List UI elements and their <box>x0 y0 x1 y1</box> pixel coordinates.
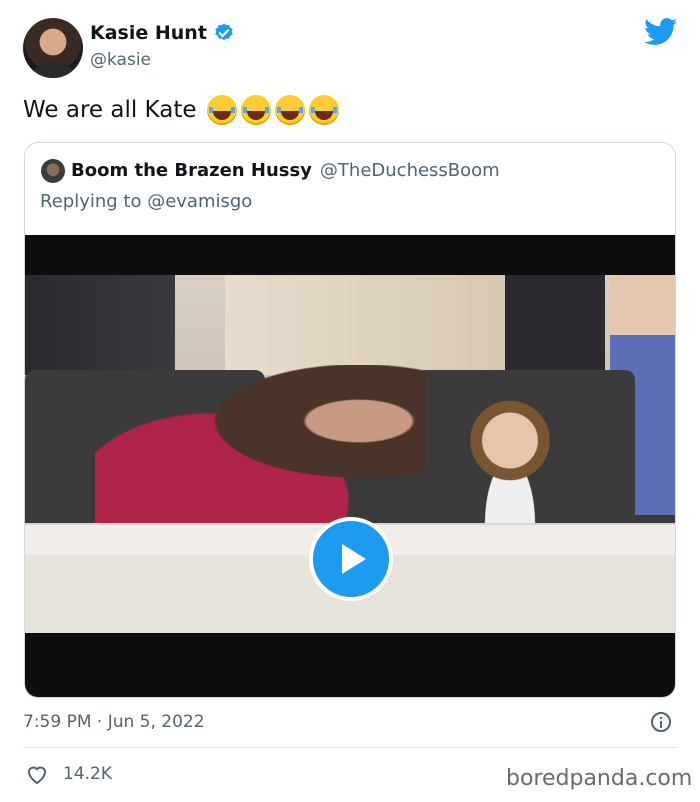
heart-icon <box>27 766 47 785</box>
background-person <box>505 275 605 375</box>
tears-of-joy-emoji-icon <box>308 95 339 125</box>
tears-of-joy-emoji-icon <box>206 95 237 125</box>
like-count: 14.2K <box>63 764 112 784</box>
quoted-author-name[interactable]: Boom the Brazen Hussy <box>71 160 312 181</box>
info-icon[interactable] <box>651 712 671 732</box>
woman-figure <box>95 365 425 525</box>
quoted-author-handle[interactable]: @TheDuchessBoom <box>320 160 500 181</box>
background-person <box>25 275 175 375</box>
quoted-author-row: Boom the Brazen Hussy @TheDuchessBoom <box>71 160 500 181</box>
play-icon[interactable] <box>309 517 393 601</box>
author-handle[interactable]: @kasie <box>90 50 151 70</box>
tweet-text: We are all Kate <box>23 97 197 123</box>
author-name-row: Kasie Hunt <box>90 22 235 44</box>
quoted-tweet-card[interactable]: Boom the Brazen Hussy @TheDuchessBoom Re… <box>24 142 676 698</box>
watermark: boredpanda.com <box>506 766 693 791</box>
replying-to-label: Replying to @evamisgo <box>40 191 253 212</box>
divider <box>23 747 677 748</box>
author-avatar[interactable] <box>23 18 83 78</box>
like-button[interactable]: 14.2K <box>25 763 112 785</box>
tweet-body: We are all Kate <box>23 95 339 125</box>
author-name[interactable]: Kasie Hunt <box>90 22 207 44</box>
verified-badge-icon <box>215 23 233 41</box>
emoji-group <box>206 95 339 125</box>
tears-of-joy-emoji-icon <box>274 95 305 125</box>
tweet-timestamp[interactable]: 7:59 PM · Jun 5, 2022 <box>23 712 205 732</box>
twitter-bird-icon[interactable] <box>644 18 678 46</box>
background-person <box>225 275 505 375</box>
tears-of-joy-emoji-icon <box>240 95 271 125</box>
boy-figure <box>460 395 560 525</box>
video-player[interactable] <box>25 235 675 697</box>
quoted-author-avatar[interactable] <box>41 159 65 183</box>
